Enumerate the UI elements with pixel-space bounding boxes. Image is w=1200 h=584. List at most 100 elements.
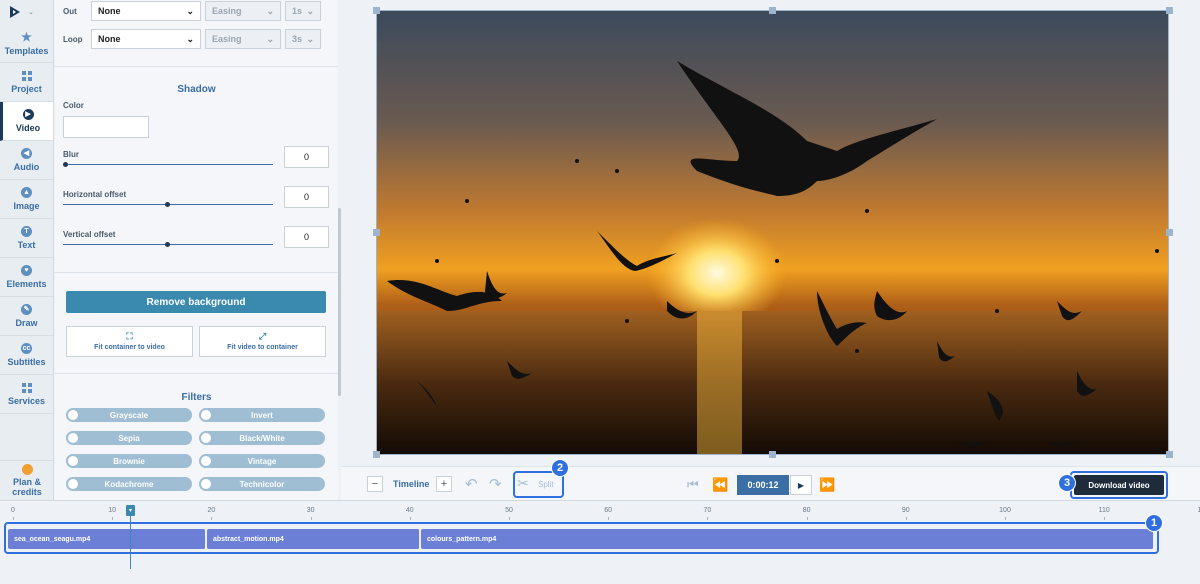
fast-forward-icon[interactable]: ⏩ [819,477,835,493]
resize-handle[interactable] [1166,229,1173,236]
sidebar-item-elements[interactable]: ♥ Elements [0,258,53,297]
expand-icon: ⤢ [258,331,267,341]
divider [55,373,338,374]
filter-toggle-blackwhite[interactable]: Black/White [199,431,325,445]
shadow-blur-input[interactable]: 0 [284,146,329,168]
slider-knob[interactable] [165,202,170,207]
sidebar-item-draw[interactable]: ✎ Draw [0,297,53,336]
zoom-out-button[interactable]: − [367,476,383,492]
resize-handle[interactable] [769,7,776,14]
remove-background-button[interactable]: Remove background [66,291,326,313]
video-stage [341,0,1200,466]
ruler-tick-label: 60 [604,507,613,514]
scissors-icon[interactable]: ✂ [517,475,529,492]
badge-2: 2 [551,459,569,477]
zoom-in-button[interactable]: + [436,476,452,492]
filter-toggle-vintage[interactable]: Vintage [199,454,325,468]
ruler-tick-label: 0 [11,507,15,514]
animation-out-easing[interactable]: Easing ⌄ [205,1,281,21]
redo-icon[interactable]: ↷ [489,475,502,493]
chevron-down-icon: ⌄ [266,33,274,44]
shadow-blur-slider[interactable] [63,162,273,167]
slider-knob[interactable] [165,242,170,247]
play-button[interactable]: ▶ [790,475,812,495]
shadow-color-picker[interactable] [63,116,149,138]
ruler-tick [707,517,709,520]
ruler-tick-label: 20 [207,507,216,514]
pen-icon: ✎ [21,304,32,315]
shadow-v-offset-slider[interactable] [63,242,273,247]
playhead-handle[interactable]: ▾ [126,505,135,516]
clip-item[interactable]: sea_ocean_seagu.mp4 [8,529,206,549]
sidebar-item-text[interactable]: T Text [0,219,53,258]
sidebar-item-subtitles[interactable]: cc Subtitles [0,336,53,375]
shadow-h-offset-slider[interactable] [63,202,273,207]
ruler-tick-label: 40 [405,507,414,514]
ruler-tick-label: 70 [703,507,712,514]
animation-loop-select[interactable]: None ⌄ [91,29,201,49]
split-button[interactable]: Split [538,480,554,489]
sidebar-item-label: Audio [13,162,40,172]
app-logo[interactable]: ⌄ [0,0,53,24]
animation-out-select[interactable]: None ⌄ [91,1,201,21]
sidebar-item-plan[interactable]: Plan & credits [0,460,54,500]
filter-toggle-grayscale[interactable]: Grayscale [66,408,192,422]
ruler-tick [1104,517,1106,520]
chevron-down-icon: ⌄ [28,9,34,16]
sidebar-item-image[interactable]: ▲ Image [0,180,53,219]
play-icon: ▶ [797,480,805,490]
sidebar-item-services[interactable]: Services [0,375,53,414]
undo-icon[interactable]: ↶ [465,475,478,493]
filter-toggle-brownie[interactable]: Brownie [66,454,192,468]
divider [55,66,338,67]
chevron-down-icon: ⌄ [306,33,314,44]
rewind-icon[interactable]: ⏪ [712,477,728,493]
clip-item[interactable]: abstract_motion.mp4 [207,529,420,549]
text-icon: T [21,226,32,237]
resize-handle[interactable] [1166,7,1173,14]
filter-toggle-invert[interactable]: Invert [199,408,325,422]
shadow-v-offset-input[interactable]: 0 [284,226,329,248]
sidebar-item-label: Video [15,123,41,133]
sidebar-item-templates[interactable]: ★ Templates [0,24,53,63]
ruler-tick [806,517,808,520]
ruler-tick-label: 90 [901,507,910,514]
toggle-knob [68,433,78,443]
download-video-button[interactable]: Download video [1074,475,1164,495]
play-icon: ▶ [22,109,34,120]
plan-icon [21,464,33,475]
shadow-v-offset-label: Vertical offset [63,230,116,239]
chevron-down-icon: ⌄ [266,5,274,16]
resize-handle[interactable] [769,451,776,458]
resize-handle[interactable] [373,229,380,236]
animation-loop-easing[interactable]: Easing ⌄ [205,29,281,49]
fit-container-button[interactable]: ⛶ Fit container to video [66,326,193,357]
ruler-tick [211,517,213,520]
filter-toggle-technicolor[interactable]: Technicolor [199,477,325,491]
sidebar-item-video[interactable]: ▶ Video [0,102,53,141]
filter-toggle-kodachrome[interactable]: Kodachrome [66,477,192,491]
sidebar-item-label: Text [17,240,36,250]
ruler-tick [112,517,114,520]
sidebar-item-label: Image [13,201,40,211]
toggle-knob [68,456,78,466]
sidebar-item-project[interactable]: Project [0,63,53,102]
animation-out-duration[interactable]: 1s ⌄ [285,1,321,21]
toggle-knob [201,456,211,466]
video-preview[interactable] [376,10,1169,455]
fit-container-icon: ⛶ [126,331,133,341]
sidebar-item-label: Services [7,395,46,406]
resize-handle[interactable] [373,451,380,458]
resize-handle[interactable] [1166,451,1173,458]
sidebar-item-audio[interactable]: ◀ Audio [0,141,53,180]
resize-handle[interactable] [373,7,380,14]
filter-toggle-sepia[interactable]: Sepia [66,431,192,445]
fit-video-button[interactable]: ⤢ Fit video to container [199,326,326,357]
slider-knob[interactable] [63,162,68,167]
clip-item[interactable]: colours_pattern.mp4 [421,529,1154,549]
animation-out-label: Out [63,6,77,16]
toggle-knob [201,479,211,489]
animation-loop-duration[interactable]: 3s ⌄ [285,29,321,49]
skip-start-icon[interactable]: ⏮ [687,477,699,493]
shadow-h-offset-input[interactable]: 0 [284,186,329,208]
